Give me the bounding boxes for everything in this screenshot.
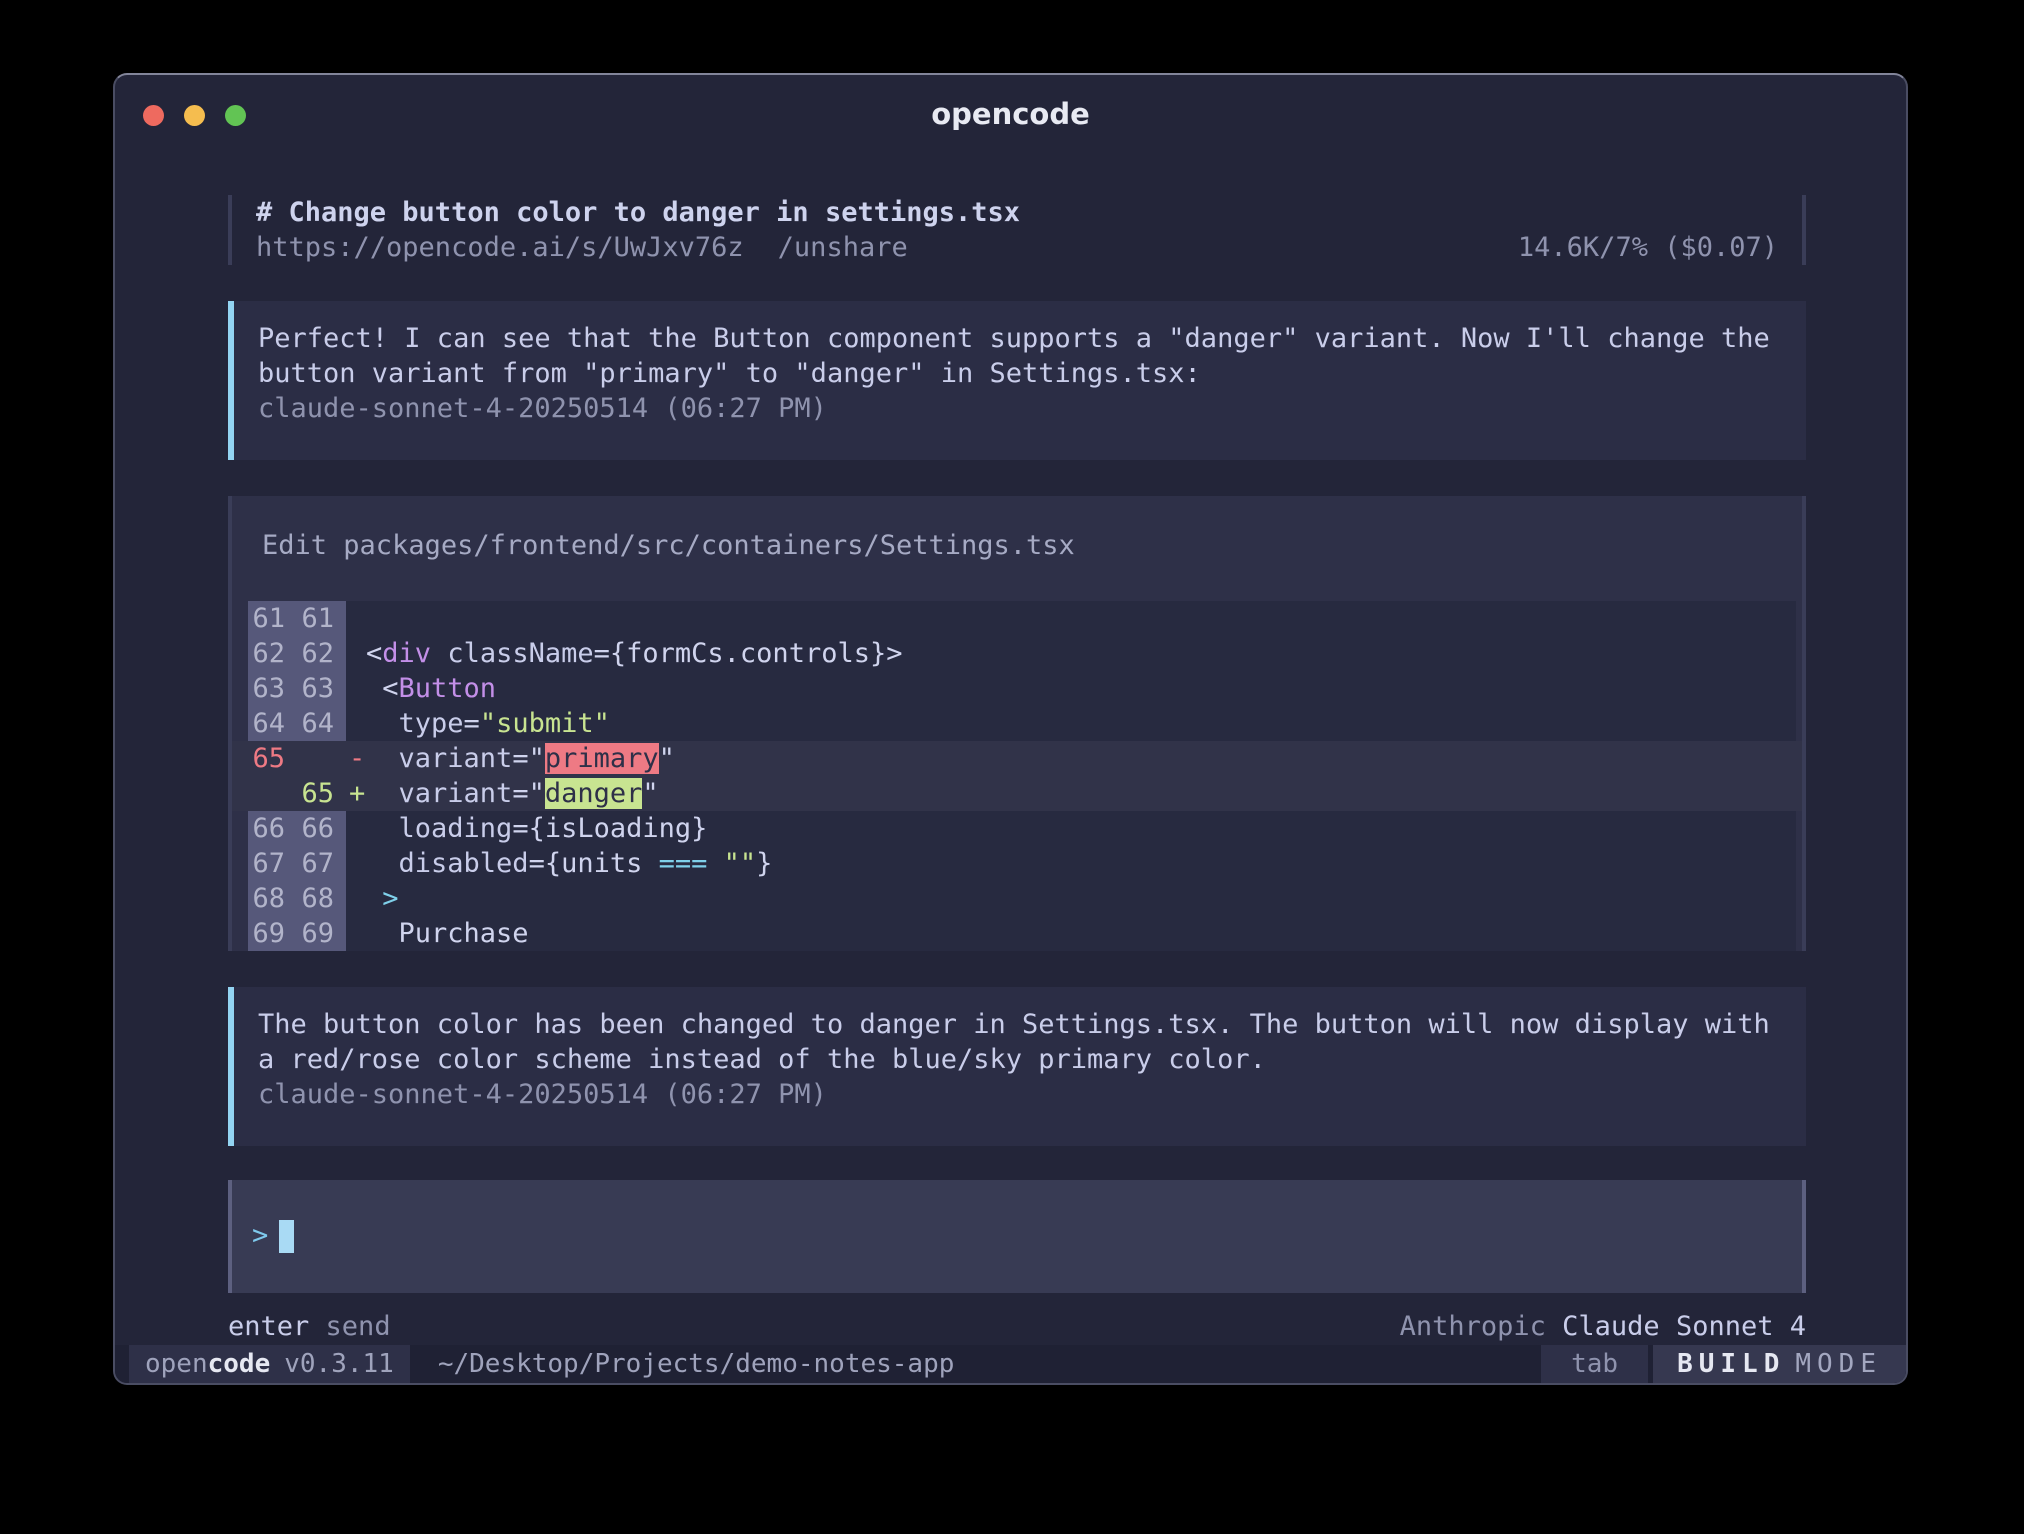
app-name-open: open <box>145 1349 208 1379</box>
code-line: - variant="primary" <box>346 741 1796 776</box>
diff-row: 6969 Purchase <box>232 916 1802 951</box>
diff-row: 6666 loading={isLoading} <box>232 811 1802 846</box>
statusbar-spacer <box>954 1345 1541 1383</box>
mode-suffix: MODE <box>1795 1349 1882 1379</box>
code-line: disabled={units === ""} <box>346 846 1796 881</box>
line-number-new: 66 <box>297 811 346 846</box>
line-number-old: 66 <box>248 811 297 846</box>
diff-row: 65 - variant="primary" <box>232 741 1802 776</box>
hint-row: enter send Anthropic Claude Sonnet 4 <box>228 1309 1806 1344</box>
session-title: # Change button color to danger in setti… <box>256 195 1778 230</box>
diff-row: 6161 <box>232 601 1802 636</box>
cwd-path: ~/Desktop/Projects/demo-notes-app <box>438 1345 955 1383</box>
tool-label: Edit <box>262 530 327 561</box>
diff-row: 6868 > <box>232 881 1802 916</box>
app-version: v0.3.11 <box>284 1349 394 1379</box>
line-number-new: 69 <box>297 916 346 951</box>
edit-tool-block: Edit packages/frontend/src/containers/Se… <box>228 496 1806 951</box>
model-indicator: Anthropic Claude Sonnet 4 <box>1400 1309 1806 1344</box>
prompt-icon: > <box>252 1220 268 1251</box>
code-line: Purchase <box>346 916 1796 951</box>
unshare-command: /unshare <box>778 232 908 263</box>
window-title: opencode <box>931 97 1090 131</box>
code-line: > <box>346 881 1796 916</box>
message-text: Perfect! I can see that the Button compo… <box>258 321 1782 356</box>
message-meta: claude-sonnet-4-20250514 (06:27 PM) <box>258 1077 1782 1112</box>
assistant-message-1: Perfect! I can see that the Button compo… <box>228 301 1806 460</box>
message-text: button variant from "primary" to "danger… <box>258 356 1782 391</box>
build-mode-badge: BUILD MODE <box>1653 1345 1906 1383</box>
traffic-lights <box>143 105 246 126</box>
close-button-icon[interactable] <box>143 105 164 126</box>
line-number-new: 68 <box>297 881 346 916</box>
diff-row: 6363 <Button <box>232 671 1802 706</box>
line-number-new: 64 <box>297 706 346 741</box>
hint-key: enter <box>228 1311 309 1342</box>
line-number-old: 68 <box>248 881 297 916</box>
diff-row: 6262<div className={formCs.controls}> <box>232 636 1802 671</box>
code-line: <div className={formCs.controls}> <box>346 636 1796 671</box>
session-view: # Change button color to danger in setti… <box>115 149 1906 1345</box>
provider-name: Anthropic <box>1400 1311 1546 1342</box>
hint-action: send <box>326 1311 391 1342</box>
line-number-new: 67 <box>297 846 346 881</box>
line-number-new <box>297 741 346 776</box>
diff-marker-icon: + <box>349 776 366 811</box>
line-number-old: 69 <box>248 916 297 951</box>
status-bar: opencode v0.3.11 ~/Desktop/Projects/demo… <box>115 1345 1906 1383</box>
code-line: type="submit" <box>346 706 1796 741</box>
line-number-old: 64 <box>248 706 297 741</box>
zoom-button-icon[interactable] <box>225 105 246 126</box>
message-text: The button color has been changed to dan… <box>258 1007 1782 1042</box>
code-line <box>346 601 1796 636</box>
code-line: <Button <box>346 671 1796 706</box>
minimize-button-icon[interactable] <box>184 105 205 126</box>
title-bar: opencode <box>115 75 1906 149</box>
text-cursor <box>279 1220 294 1253</box>
line-number-new: 62 <box>297 636 346 671</box>
app-name-code: code <box>208 1349 271 1379</box>
prompt-input[interactable]: > <box>228 1180 1806 1293</box>
file-path: packages/frontend/src/containers/Setting… <box>343 530 1075 561</box>
line-number-new: 65 <box>297 776 346 811</box>
opencode-window: opencode # Change button color to danger… <box>113 73 1908 1385</box>
line-number-new: 61 <box>297 601 346 636</box>
diff-marker-icon: - <box>349 741 366 776</box>
line-number-old: 65 <box>248 741 297 776</box>
keyboard-hint: enter send <box>228 1309 391 1344</box>
line-number-old <box>248 776 297 811</box>
diff-table: 61616262<div className={formCs.controls}… <box>232 601 1802 951</box>
assistant-message-2: The button color has been changed to dan… <box>228 987 1806 1146</box>
diff-row: 6767 disabled={units === ""} <box>232 846 1802 881</box>
mode-name: BUILD <box>1677 1349 1785 1379</box>
code-line: + variant="danger" <box>346 776 1796 811</box>
diff-row: 65+ variant="danger" <box>232 776 1802 811</box>
model-name: Claude Sonnet 4 <box>1562 1311 1806 1342</box>
line-number-old: 67 <box>248 846 297 881</box>
line-number-old: 61 <box>248 601 297 636</box>
line-number-new: 63 <box>297 671 346 706</box>
code-line: loading={isLoading} <box>346 811 1796 846</box>
message-meta: claude-sonnet-4-20250514 (06:27 PM) <box>258 391 1782 426</box>
share-url: https://opencode.ai/s/UwJxv76z <box>256 232 744 263</box>
message-text: a red/rose color scheme instead of the b… <box>258 1042 1782 1077</box>
tab-key-hint: tab <box>1541 1345 1648 1383</box>
edit-tool-header: Edit packages/frontend/src/containers/Se… <box>232 496 1802 601</box>
line-number-old: 63 <box>248 671 297 706</box>
diff-row: 6464 type="submit" <box>232 706 1802 741</box>
session-header: # Change button color to danger in setti… <box>228 195 1806 265</box>
line-number-old: 62 <box>248 636 297 671</box>
app-version-chip: opencode v0.3.11 <box>129 1345 410 1383</box>
context-stats: 14.6K/7% ($0.07) <box>1518 230 1778 265</box>
